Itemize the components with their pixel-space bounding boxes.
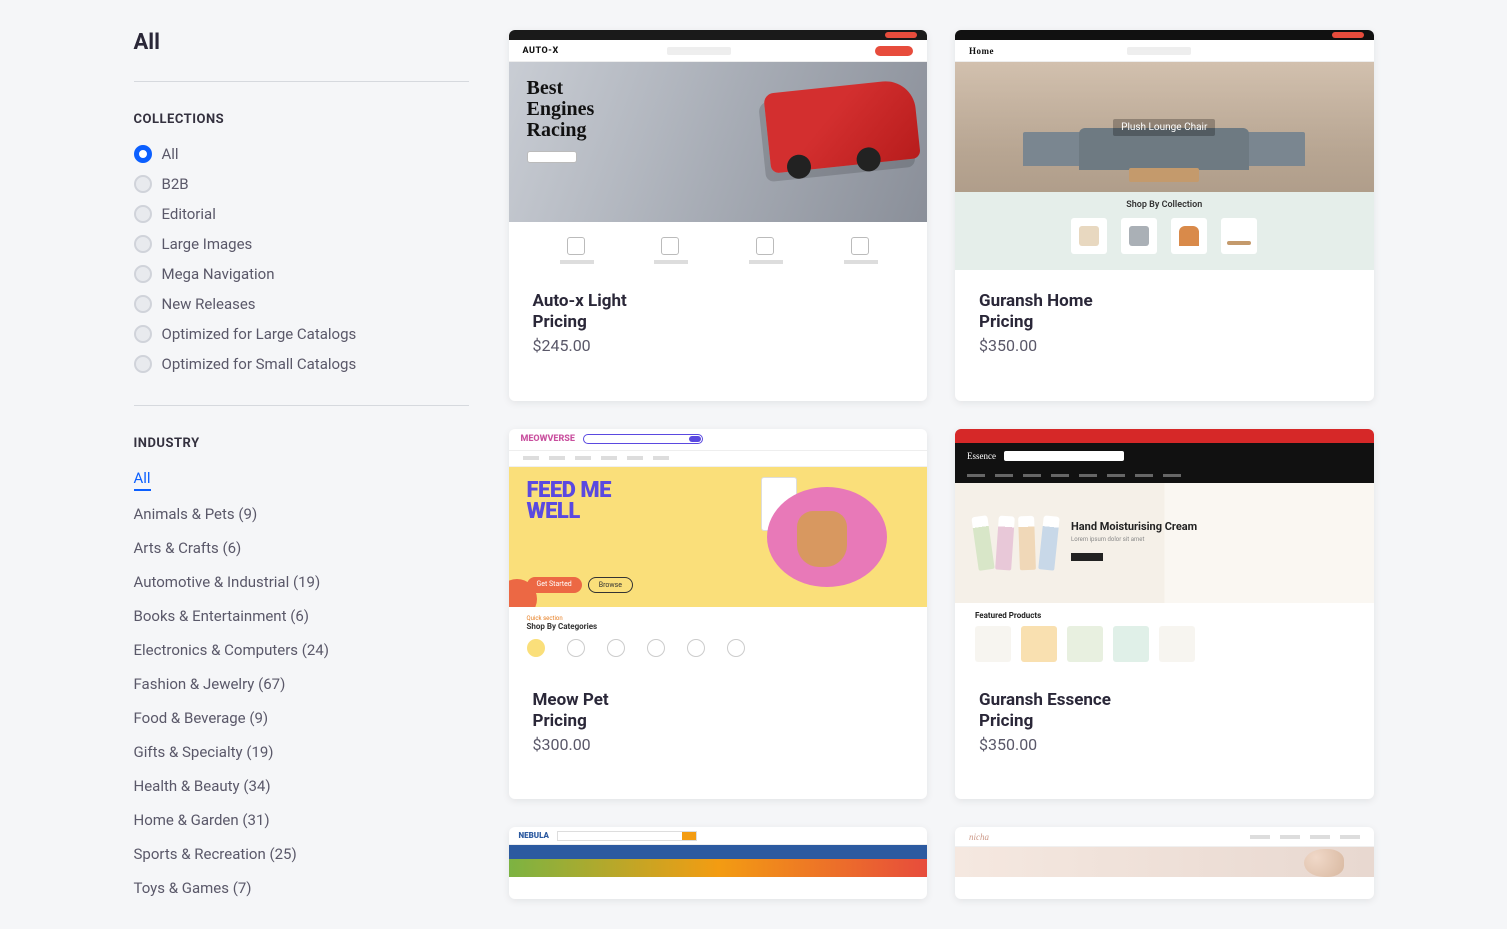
industry-item-toys-games[interactable]: Toys & Games (7) (134, 877, 469, 899)
theme-price: $300.00 (533, 735, 904, 754)
collection-option-all[interactable]: All (134, 143, 469, 165)
theme-card-meow-pet[interactable]: MEOWVERSE FEED ME WELL Get Started Brows… (509, 429, 928, 800)
theme-subtitle: Pricing (533, 711, 904, 731)
radio-icon (134, 235, 152, 253)
industry-item-books-entertainment[interactable]: Books & Entertainment (6) (134, 605, 469, 627)
industry-item-sports-recreation[interactable]: Sports & Recreation (25) (134, 843, 469, 865)
industry-filter-section: INDUSTRY All Animals & Pets (9) Arts & C… (134, 436, 469, 899)
collection-option-mega-navigation[interactable]: Mega Navigation (134, 263, 469, 285)
thumb-logo: AUTO-X (523, 46, 559, 56)
radio-label: Editorial (162, 205, 216, 223)
thumb-logo: Home (969, 46, 994, 56)
theme-thumbnail: nicha (955, 827, 1374, 877)
radio-icon (134, 355, 152, 373)
thumb-logo: MEOWVERSE (521, 434, 575, 444)
theme-name: Auto-x Light (533, 290, 904, 312)
card-body: Guransh Essence Pricing $350.00 (955, 669, 1374, 778)
radio-label: All (162, 145, 179, 163)
filter-sidebar: All COLLECTIONS All B2B Editorial (134, 30, 479, 899)
industry-list: All Animals & Pets (9) Arts & Crafts (6)… (134, 467, 469, 899)
industry-item-fashion-jewelry[interactable]: Fashion & Jewelry (67) (134, 673, 469, 695)
theme-subtitle: Pricing (533, 312, 904, 332)
collection-option-large-catalogs[interactable]: Optimized for Large Catalogs (134, 323, 469, 345)
radio-label: Optimized for Small Catalogs (162, 355, 357, 373)
collections-filter-section: COLLECTIONS All B2B Editorial Large Imag… (134, 112, 469, 375)
radio-label: B2B (162, 175, 189, 193)
thumb-section-title: Featured Products (975, 611, 1354, 620)
theme-thumbnail: MEOWVERSE FEED ME WELL Get Started Brows… (509, 429, 928, 669)
page-title: All (134, 30, 469, 55)
industry-item-all[interactable]: All (134, 467, 151, 491)
radio-label: Mega Navigation (162, 265, 275, 283)
industry-item-food-beverage[interactable]: Food & Beverage (9) (134, 707, 469, 729)
divider (134, 81, 469, 82)
collection-option-small-catalogs[interactable]: Optimized for Small Catalogs (134, 353, 469, 375)
theme-subtitle: Pricing (979, 312, 1350, 332)
radio-icon (134, 295, 152, 313)
collection-option-large-images[interactable]: Large Images (134, 233, 469, 255)
thumb-hero-label: Plush Lounge Chair (1113, 119, 1215, 136)
thumb-cta-primary: Get Started (527, 577, 582, 593)
theme-price: $350.00 (979, 336, 1350, 355)
collection-option-b2b[interactable]: B2B (134, 173, 469, 195)
radio-label: Large Images (162, 235, 253, 253)
collection-option-editorial[interactable]: Editorial (134, 203, 469, 225)
theme-card-guransh-essence[interactable]: Essence Hand Moisturising Cream Lorem ip… (955, 429, 1374, 800)
theme-grid: AUTO-X Best Engines Racing Auto-x Light … (509, 30, 1374, 899)
theme-subtitle: Pricing (979, 711, 1350, 731)
industry-item-automotive-industrial[interactable]: Automotive & Industrial (19) (134, 571, 469, 593)
card-body: Meow Pet Pricing $300.00 (509, 669, 928, 778)
collections-heading: COLLECTIONS (134, 112, 469, 127)
thumb-logo: NEBULA (519, 831, 549, 840)
thumb-quick-label: Quick section (527, 615, 910, 622)
radio-label: Optimized for Large Catalogs (162, 325, 357, 343)
industry-item-electronics-computers[interactable]: Electronics & Computers (24) (134, 639, 469, 661)
radio-icon (134, 265, 152, 283)
thumb-cta-secondary: Browse (588, 577, 633, 593)
theme-card-nebula[interactable]: NEBULA (509, 827, 928, 899)
theme-card-guransh-home[interactable]: Home Plush Lounge Chair Shop By Collecti… (955, 30, 1374, 401)
theme-price: $245.00 (533, 336, 904, 355)
thumb-section-title: Shop By Collection (955, 200, 1374, 210)
theme-thumbnail: NEBULA (509, 827, 928, 877)
theme-card-auto-x[interactable]: AUTO-X Best Engines Racing Auto-x Light … (509, 30, 928, 401)
theme-name: Guransh Home (979, 290, 1350, 312)
collection-option-new-releases[interactable]: New Releases (134, 293, 469, 315)
thumb-headline: Hand Moisturising Cream (1071, 520, 1197, 533)
theme-name: Meow Pet (533, 689, 904, 711)
thumb-logo: nicha (969, 832, 989, 842)
industry-item-gifts-specialty[interactable]: Gifts & Specialty (19) (134, 741, 469, 763)
radio-icon (134, 205, 152, 223)
theme-card-nicha[interactable]: nicha (955, 827, 1374, 899)
radio-label: New Releases (162, 295, 256, 313)
theme-price: $350.00 (979, 735, 1350, 754)
divider (134, 405, 469, 406)
theme-thumbnail: AUTO-X Best Engines Racing (509, 30, 928, 270)
radio-icon (134, 175, 152, 193)
theme-thumbnail: Essence Hand Moisturising Cream Lorem ip… (955, 429, 1374, 669)
industry-heading: INDUSTRY (134, 436, 469, 451)
radio-icon (134, 145, 152, 163)
industry-item-animals-pets[interactable]: Animals & Pets (9) (134, 503, 469, 525)
card-body: Guransh Home Pricing $350.00 (955, 270, 1374, 379)
thumb-logo: Essence (967, 451, 996, 461)
theme-thumbnail: Home Plush Lounge Chair Shop By Collecti… (955, 30, 1374, 270)
thumb-section-title: Shop By Categories (527, 622, 910, 631)
industry-item-home-garden[interactable]: Home & Garden (31) (134, 809, 469, 831)
theme-name: Guransh Essence (979, 689, 1350, 711)
industry-item-health-beauty[interactable]: Health & Beauty (34) (134, 775, 469, 797)
industry-item-arts-crafts[interactable]: Arts & Crafts (6) (134, 537, 469, 559)
collections-radio-group: All B2B Editorial Large Images Mega Navi… (134, 143, 469, 375)
radio-icon (134, 325, 152, 343)
card-body: Auto-x Light Pricing $245.00 (509, 270, 928, 379)
